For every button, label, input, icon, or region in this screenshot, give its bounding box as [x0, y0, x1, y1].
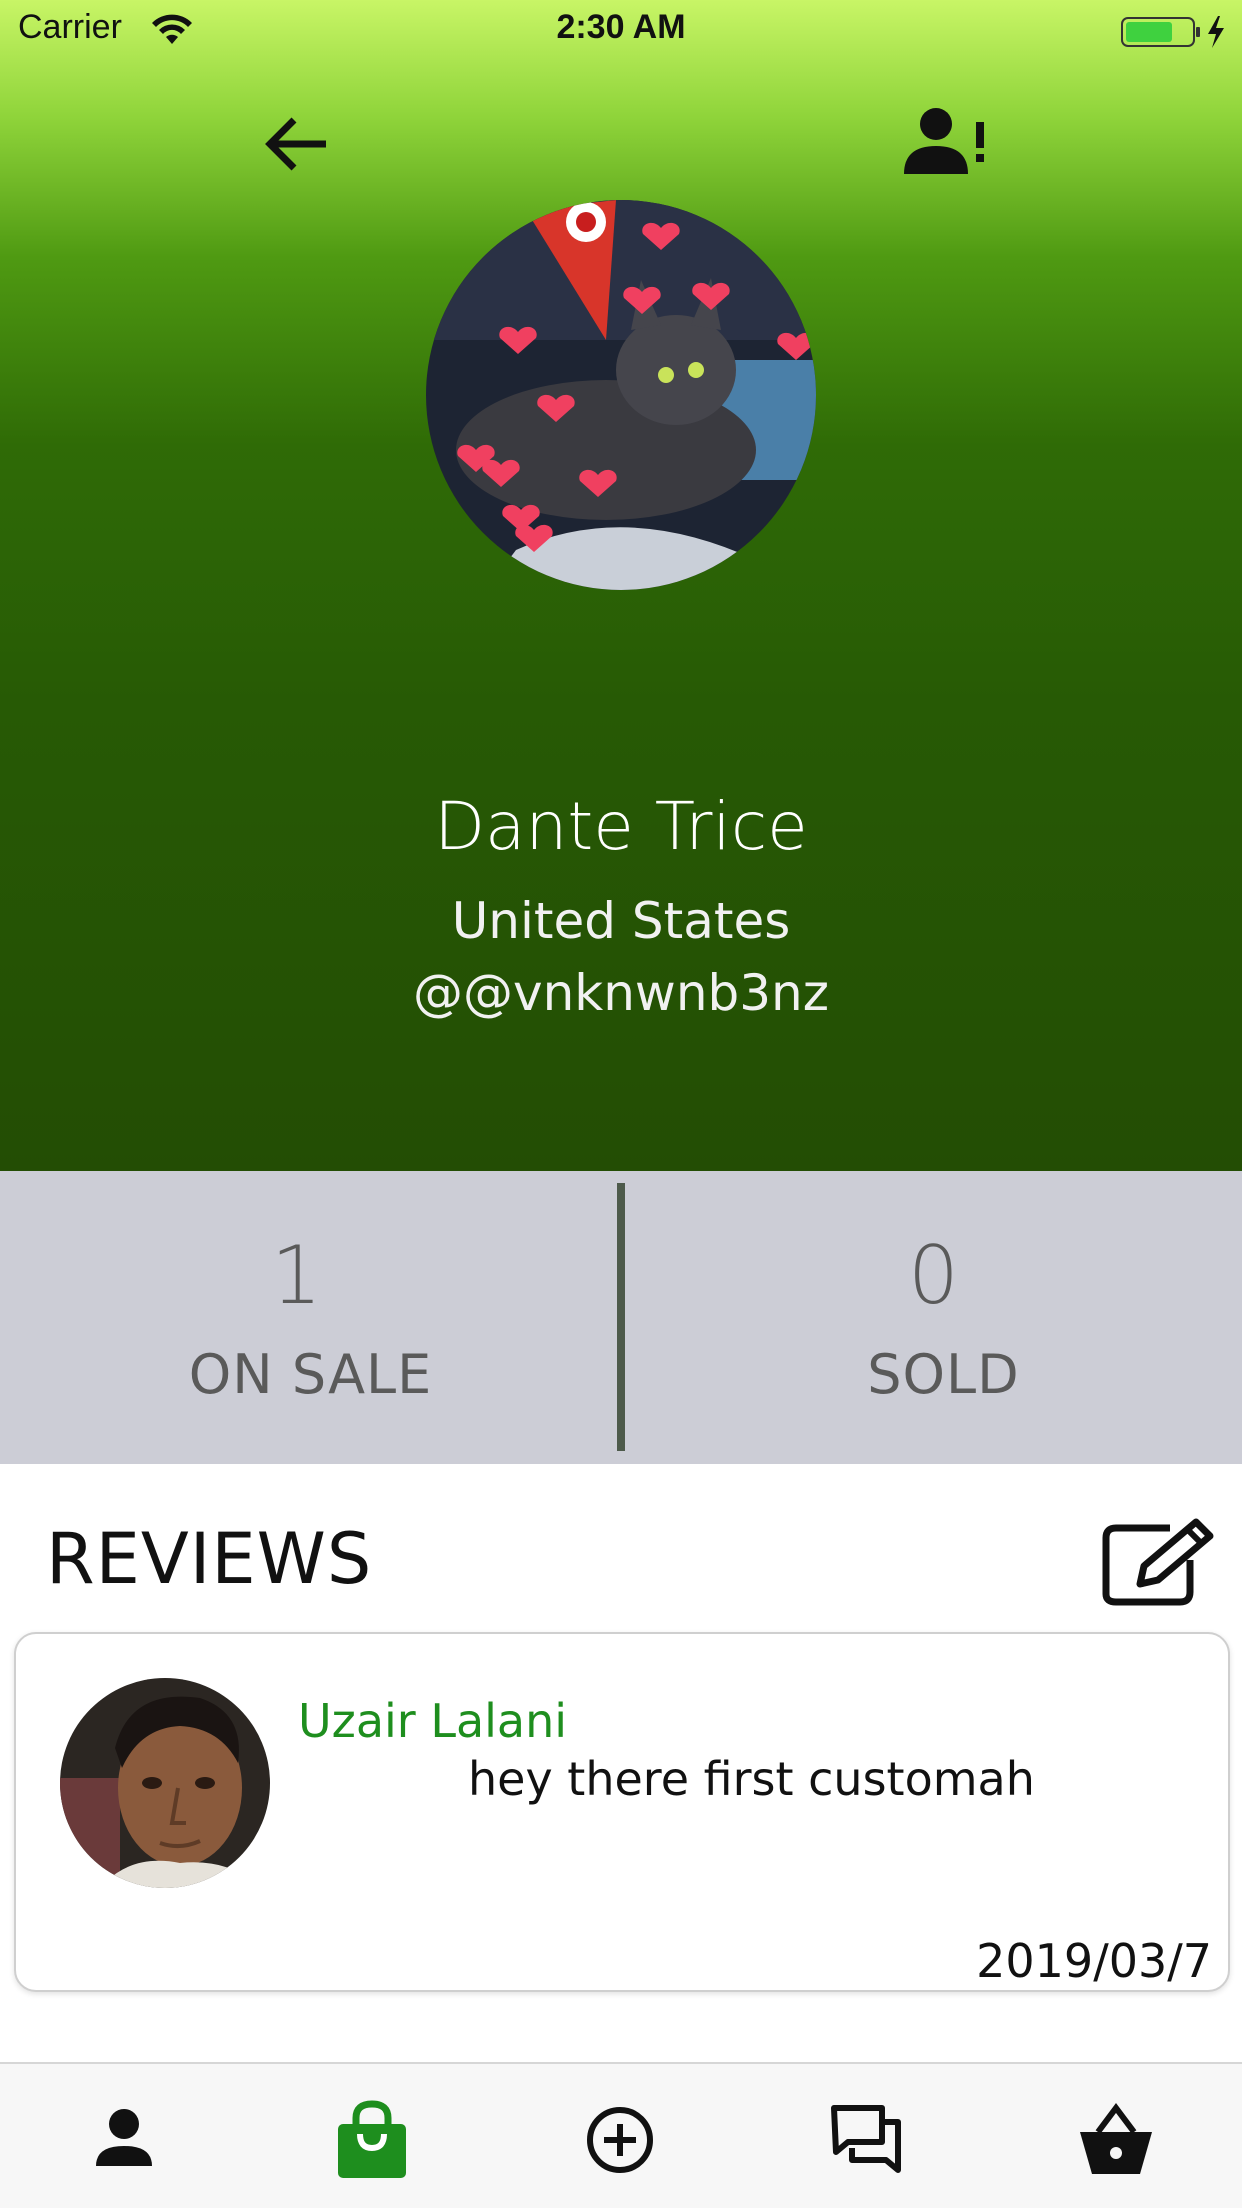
sold-stat[interactable]: 0 SOLD	[621, 1171, 1242, 1464]
tab-messages[interactable]	[828, 2100, 908, 2180]
on-sale-label: ON SALE	[188, 1343, 433, 1406]
tab-profile[interactable]	[84, 2100, 164, 2180]
profile-name: Dante Trice	[434, 788, 808, 865]
profile-country: United States	[451, 892, 791, 950]
status-bar: Carrier 2:30 AM	[0, 0, 1242, 62]
reviewer-avatar	[60, 1678, 270, 1888]
tab-shop[interactable]	[332, 2100, 412, 2180]
write-review-button[interactable]	[1100, 1516, 1218, 1608]
reviewer-name[interactable]: Uzair Lalani	[298, 1694, 567, 1748]
profile-handle: @@vnknwnb3nz	[413, 964, 829, 1022]
person-icon	[96, 2109, 152, 2166]
stats-panel: 1 ON SALE 0 SOLD	[0, 1171, 1242, 1464]
review-date: 2019/03/7	[976, 1934, 1212, 1988]
report-user-button[interactable]	[900, 106, 992, 178]
battery-icon	[1121, 16, 1224, 48]
review-card: Uzair Lalani hey there first customah 20…	[14, 1632, 1230, 1992]
on-sale-count: 1	[271, 1229, 322, 1322]
profile-screen: Carrier 2:30 AM Dante Trice United State…	[0, 0, 1242, 2208]
arrow-left-icon	[265, 117, 326, 171]
on-sale-stat[interactable]: 1 ON SALE	[0, 1171, 621, 1464]
review-text: hey there first customah	[468, 1752, 1035, 1806]
tab-bar	[0, 2062, 1242, 2208]
chat-icon	[831, 2105, 901, 2173]
sold-label: SOLD	[867, 1343, 1020, 1406]
back-button[interactable]	[262, 108, 334, 180]
status-time: 2:30 AM	[556, 8, 686, 46]
sold-count: 0	[908, 1229, 959, 1322]
basket-icon	[1080, 2103, 1152, 2174]
add-circle-icon	[587, 2107, 653, 2173]
report-user-icon	[904, 108, 984, 174]
edit-icon	[1102, 1518, 1214, 1606]
reviews-title: REVIEWS	[46, 1518, 373, 1600]
tab-cart[interactable]	[1076, 2100, 1156, 2180]
tab-add-listing[interactable]	[580, 2100, 660, 2180]
shopping-bag-icon	[338, 2100, 406, 2178]
profile-avatar	[426, 200, 816, 590]
